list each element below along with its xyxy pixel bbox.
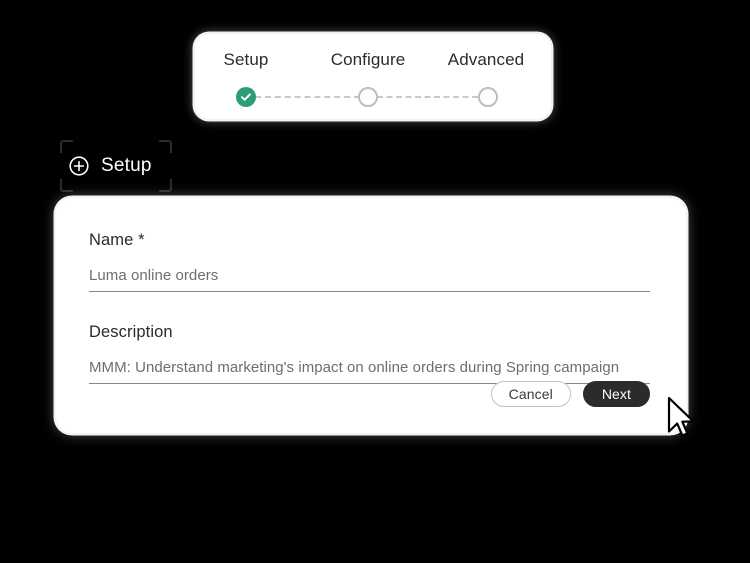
check-icon: [240, 93, 251, 101]
description-field-group: Description MMM: Understand marketing's …: [89, 323, 650, 384]
name-field-label: Name *: [89, 231, 145, 249]
stepper-connector-2: [377, 96, 478, 98]
app-canvas: Setup Configure Advanced Setup Name * Lu…: [0, 0, 750, 563]
section-header-setup: Setup: [60, 140, 172, 192]
selection-corner-top-right: [159, 140, 172, 153]
form-actions: Cancel Next: [490, 381, 650, 407]
step-indicator-advanced[interactable]: [478, 87, 498, 107]
name-field-group: Name * Luma online orders: [89, 231, 650, 292]
stepper-connector-1: [255, 96, 360, 98]
stepper-track: [195, 87, 551, 107]
name-input[interactable]: Luma online orders: [89, 267, 650, 292]
selection-corner-top-left: [60, 140, 73, 153]
section-title: Setup: [101, 155, 152, 176]
step-label-advanced[interactable]: Advanced: [448, 50, 524, 70]
selection-corner-bottom-right: [159, 179, 172, 192]
setup-form-card: Name * Luma online orders Description MM…: [56, 198, 686, 433]
next-button[interactable]: Next: [582, 381, 650, 407]
step-indicator-configure[interactable]: [358, 87, 378, 107]
description-field-label: Description: [89, 323, 173, 341]
step-label-setup[interactable]: Setup: [224, 50, 269, 70]
progress-stepper-card: Setup Configure Advanced: [195, 34, 551, 119]
selection-corner-bottom-left: [60, 179, 73, 192]
stepper-labels: Setup Configure Advanced: [195, 50, 551, 74]
plus-circle-icon[interactable]: [68, 155, 90, 177]
cancel-button[interactable]: Cancel: [490, 381, 571, 407]
step-label-configure[interactable]: Configure: [331, 50, 406, 70]
step-indicator-setup-complete[interactable]: [236, 87, 256, 107]
